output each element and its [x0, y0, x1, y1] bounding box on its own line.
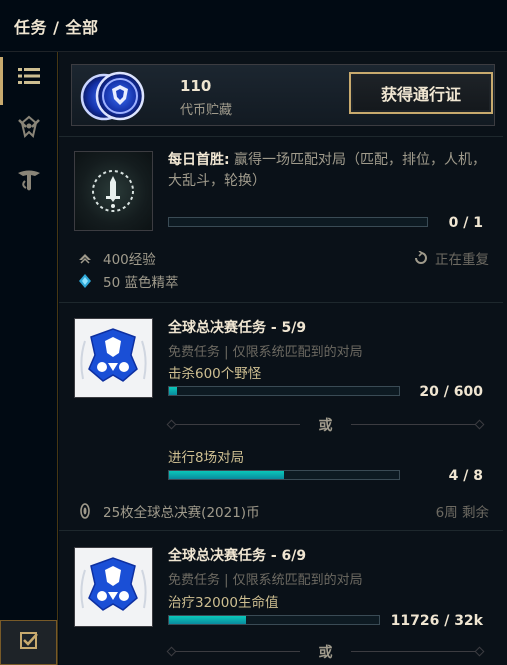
time-remaining: 6周 剩余: [436, 501, 489, 521]
mission-icon: [74, 547, 153, 627]
objective-label: 进行8场对局: [168, 450, 245, 466]
nav-item-all[interactable]: [0, 55, 57, 105]
mission-card-worlds-6[interactable]: 全球总决赛任务 - 6/9 免费任务 | 仅限系统匹配到的对局 治疗32000生…: [59, 531, 507, 665]
list-icon: [17, 66, 41, 90]
side-nav: [0, 52, 58, 665]
tft-logo-icon: [16, 167, 42, 197]
worlds-logo-icon: [80, 328, 147, 382]
worlds-token-icon: [77, 503, 93, 519]
mission-icon: [74, 318, 153, 398]
mission-subtitle: 免费任务 | 仅限系统匹配到的对局: [168, 573, 363, 588]
scrollbar[interactable]: [503, 52, 507, 665]
time-remaining-label: 6周 剩余: [435, 505, 489, 521]
worlds-logo-icon: [80, 557, 147, 611]
token-bank-label: 代币贮藏: [180, 103, 233, 118]
or-separator: 或: [166, 642, 485, 662]
progress-text: 20 / 600: [419, 384, 483, 400]
blue-essence-icon: [77, 273, 93, 289]
reward-text: 400经验: [103, 252, 156, 268]
xp-chevron-icon: [77, 250, 93, 266]
progress-text: 0 / 1: [448, 215, 483, 231]
repeat-label: 正在重复: [435, 252, 489, 268]
nav-item-tft[interactable]: [0, 159, 57, 205]
mission-title: 全球总决赛任务 - 6/9: [168, 546, 488, 567]
progress-text: 11726 / 32k: [390, 613, 483, 629]
get-pass-button[interactable]: 获得通行证: [349, 72, 493, 114]
progress-fill: [169, 616, 246, 624]
token-amount: 110: [180, 77, 212, 95]
mission-title-strong: 全球总决赛任务 - 6/9: [168, 548, 307, 564]
mission-card-worlds-5[interactable]: 全球总决赛任务 - 5/9 免费任务 | 仅限系统匹配到的对局 击杀600个野怪…: [59, 303, 507, 530]
progress-bar: [168, 217, 428, 227]
reward-text: 25枚全球总决赛(2021)币: [103, 505, 260, 521]
progress-bar: [168, 386, 400, 396]
progress-bar: [168, 615, 380, 625]
worlds-token-stack-icon: [76, 69, 172, 127]
objective-label: 治疗32000生命值: [168, 595, 279, 611]
reward-blue-essence: 50 蓝色精萃: [77, 271, 178, 291]
nav-completed-button[interactable]: [0, 620, 57, 665]
mission-card-first-win[interactable]: 每日首胜: 赢得一场匹配对局（匹配，排位，人机，大乱斗，轮换） 0 / 1 40…: [59, 137, 507, 302]
or-label: 或: [318, 645, 333, 661]
progress-text: 4 / 8: [448, 468, 483, 484]
mission-list[interactable]: 110 代币贮藏 获得通行证 每日首胜: 赢得一场匹配对局（匹配，排位，人机，大…: [59, 52, 507, 665]
token-bank: 110 代币贮藏 获得通行证: [71, 64, 495, 126]
mission-title: 每日首胜: 赢得一场匹配对局（匹配，排位，人机，大乱斗，轮换）: [168, 150, 488, 192]
mission-title-strong: 全球总决赛任务 - 5/9: [168, 320, 307, 336]
first-win-sword-icon: [92, 170, 134, 212]
progress-fill: [169, 471, 284, 479]
or-separator: 或: [166, 415, 485, 435]
reward-xp: 400经验: [77, 248, 156, 268]
nav-item-lol[interactable]: [0, 106, 57, 152]
mission-title-strong: 每日首胜:: [168, 152, 230, 168]
reward-text: 50 蓝色精萃: [103, 275, 179, 291]
progress-fill: [169, 387, 177, 395]
mission-icon: [74, 151, 153, 231]
crossed-swords-emblem-icon: [16, 114, 42, 144]
progress-bar: [168, 470, 400, 480]
repeat-status: 正在重复: [413, 248, 489, 268]
mission-subtitle: 免费任务 | 仅限系统匹配到的对局: [168, 345, 363, 360]
checkbox-icon: [19, 631, 39, 655]
page-title: 任务 / 全部: [14, 17, 99, 37]
repeat-icon: [413, 251, 429, 265]
mission-title: 全球总决赛任务 - 5/9: [168, 318, 488, 339]
or-label: 或: [318, 418, 333, 434]
objective-label: 击杀600个野怪: [168, 366, 262, 382]
reward-worlds-token: 25枚全球总决赛(2021)币: [77, 501, 260, 521]
title-bar: 任务 / 全部: [0, 0, 507, 52]
